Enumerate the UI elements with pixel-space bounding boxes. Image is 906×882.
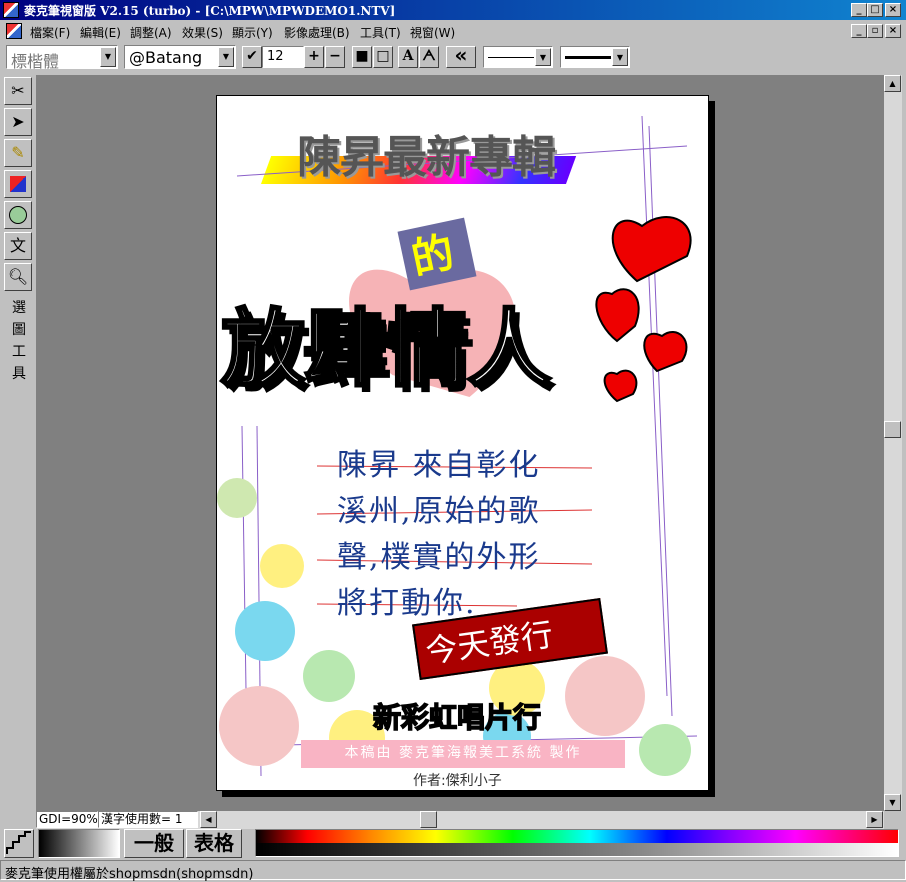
gradient-swatch[interactable] [38, 829, 120, 858]
chinese-font-value: 標楷體 [11, 52, 60, 71]
poster-body-line: 陳昇 來自彰化 [337, 448, 541, 483]
poster-heading: 陳昇最新專輯 [297, 132, 556, 183]
scroll-up-arrow-icon[interactable]: ▲ [884, 75, 901, 92]
horizontal-scroll-thumb[interactable] [420, 811, 437, 828]
hue-strip[interactable] [256, 830, 898, 843]
vertical-label-1: 選 [12, 300, 26, 316]
ellipse-shape-icon [9, 206, 27, 224]
menu-edit[interactable]: 編輯(E) [80, 24, 121, 41]
horizontal-scrollbar[interactable]: GDI=90% 漢字使用數= 1 ◀ ▶ [36, 811, 884, 829]
chinese-font-select[interactable]: 標楷體 ▼ [6, 45, 118, 71]
double-left-arrow-icon[interactable]: « [446, 45, 476, 68]
poster-body-line: 將打動你. [337, 586, 477, 621]
menu-file[interactable]: 檔案(F) [30, 24, 70, 41]
menu-image[interactable]: 影像處理(B) [284, 24, 350, 41]
gray-strip[interactable] [256, 843, 898, 856]
menu-window[interactable]: 視窗(W) [410, 24, 455, 41]
increase-size-button[interactable]: + [304, 46, 324, 68]
red-hearts [595, 216, 692, 403]
stairs-icon[interactable] [4, 829, 34, 858]
font-size-input[interactable]: 12 [262, 46, 304, 68]
doc-restore-button[interactable]: ▫ [867, 24, 883, 38]
scissors-icon[interactable]: ✂ [4, 77, 32, 105]
status-bar: 麥克筆使用權屬於shopmsdn(shopmsdn) [0, 860, 906, 882]
chevron-down-icon[interactable]: ▼ [612, 48, 628, 66]
line-thick-select[interactable]: ▼ [560, 46, 630, 68]
mode-general-button[interactable]: 一般 [124, 829, 184, 858]
title-bar: 麥克筆視窗版 V2.15 (turbo) - [C:\MPW\MPWDEMO1.… [0, 0, 906, 20]
chevron-down-icon[interactable]: ▼ [100, 47, 116, 67]
vertical-scrollbar[interactable]: ▲ ▼ [884, 75, 902, 811]
latin-font-select[interactable]: @Batang ▼ [124, 45, 236, 69]
thick-line-icon [565, 56, 611, 59]
tool-palette: ✂ ➤ ✎ 文 🔍︎ 選 圖 工 具 [4, 75, 34, 805]
window-title: 麥克筆視窗版 V2.15 (turbo) - [C:\MPW\MPWDEMO1.… [24, 4, 396, 18]
credit-band: 本稿由 麥克筆海報美工系統 製作 [301, 740, 625, 768]
filled-square-icon[interactable]: ■ [352, 46, 372, 68]
menu-view[interactable]: 顯示(Y) [232, 24, 273, 41]
menu-effect[interactable]: 效果(S) [182, 24, 223, 41]
mode-table-button[interactable]: 表格 [186, 829, 242, 858]
gdi-status: GDI=90% [36, 811, 98, 828]
checkmark-icon[interactable]: ✔ [242, 46, 262, 68]
vertical-scroll-thumb[interactable] [884, 421, 901, 438]
app-icon[interactable] [3, 2, 19, 18]
poster-body-line: 溪州,原始的歌 [337, 494, 541, 529]
font-size-value: 12 [267, 49, 284, 64]
color-palette[interactable] [255, 829, 899, 857]
status-text: 麥克筆使用權屬於shopmsdn(shopmsdn) [5, 867, 254, 882]
maximize-button[interactable]: □ [867, 3, 883, 17]
author-label: 作者:傑利小子 [413, 773, 502, 789]
chevron-down-icon[interactable]: ▼ [535, 48, 551, 66]
scroll-left-arrow-icon[interactable]: ◀ [200, 811, 217, 828]
menu-bar: 檔案(F) 編輯(E) 調整(A) 效果(S) 顯示(Y) 影像處理(B) 工具… [0, 21, 906, 41]
poster-page[interactable]: 陳昇最新專輯 的 放肆情人 陳昇 來自彰化 溪州,原始的歌 聲,樸實的外形 將打… [216, 95, 709, 791]
poster-big-title: 放肆情人 [219, 299, 552, 400]
poster-body-line: 聲,樸實的外形 [337, 540, 541, 575]
pencil-icon[interactable]: ✎ [4, 139, 32, 167]
menu-adjust[interactable]: 調整(A) [130, 24, 172, 41]
vertical-label-2: 圖 [12, 322, 26, 338]
line-thin-select[interactable]: ▼ [483, 46, 553, 68]
thin-line-icon [488, 57, 534, 58]
color-swatch-icon [10, 176, 26, 192]
latin-font-value: @Batang [129, 48, 203, 67]
doc-close-button[interactable]: × [885, 24, 901, 38]
zoom-icon[interactable]: 🔍︎ [4, 263, 32, 291]
scroll-down-arrow-icon[interactable]: ▼ [884, 794, 901, 811]
outline-text-icon[interactable]: ᗅ [419, 46, 439, 68]
decrease-size-button[interactable]: − [325, 46, 345, 68]
pointer-arrow-icon[interactable]: ➤ [4, 108, 32, 136]
vertical-label-4: 具 [12, 366, 26, 382]
outline-square-icon[interactable]: □ [373, 46, 393, 68]
minimize-button[interactable]: _ [851, 3, 867, 17]
close-button[interactable]: × [885, 3, 901, 17]
text-style-button[interactable]: A [398, 46, 418, 68]
char-count-status: 漢字使用數= 1 [98, 811, 198, 828]
scroll-right-arrow-icon[interactable]: ▶ [866, 811, 883, 828]
chevron-down-icon[interactable]: ▼ [218, 47, 234, 67]
stairs-shape-icon [6, 831, 31, 854]
vertical-label-3: 工 [12, 344, 26, 360]
menu-tools[interactable]: 工具(T) [360, 24, 401, 41]
toolbar: 標楷體 ▼ @Batang ▼ ✔ 12 + − ■ □ A ᗅ « ▼ ▼ [0, 43, 906, 73]
ellipse-tool-icon[interactable] [4, 201, 32, 229]
text-tool-icon[interactable]: 文 [4, 232, 32, 260]
doc-minimize-button[interactable]: _ [851, 24, 867, 38]
document-icon[interactable] [6, 23, 22, 39]
record-shop-label: 新彩虹唱片行 [372, 700, 542, 735]
fill-color-icon[interactable] [4, 170, 32, 198]
